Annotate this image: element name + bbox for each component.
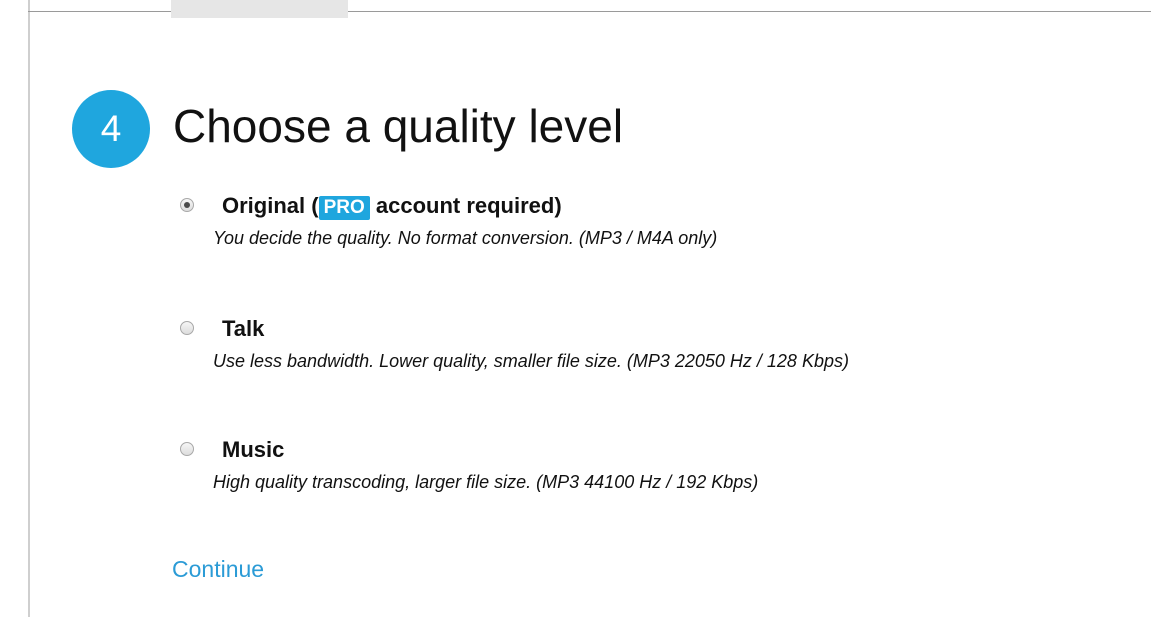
top-tab-remnant (171, 0, 348, 18)
quality-step-page: 4 Choose a quality level Original (PRO a… (0, 0, 1151, 617)
option-original-label[interactable]: Original (PRO account required) (222, 193, 562, 220)
left-divider (28, 0, 30, 617)
pro-badge: PRO (318, 196, 370, 220)
radio-original[interactable] (180, 198, 194, 212)
option-music-description: High quality transcoding, larger file si… (213, 472, 759, 492)
step-number-badge: 4 (72, 90, 150, 168)
radio-music[interactable] (180, 442, 194, 456)
option-talk-description: Use less bandwidth. Lower quality, small… (213, 351, 849, 371)
option-original-description: You decide the quality. No format conver… (213, 228, 718, 248)
radio-talk[interactable] (180, 321, 194, 335)
option-talk-label[interactable]: Talk (222, 316, 264, 342)
continue-link[interactable]: Continue (172, 556, 264, 583)
option-music-label[interactable]: Music (222, 437, 284, 463)
option-original-label-suffix: account required) (369, 193, 562, 218)
option-original-label-prefix: Original ( (222, 193, 319, 218)
step-title: Choose a quality level (173, 100, 624, 152)
